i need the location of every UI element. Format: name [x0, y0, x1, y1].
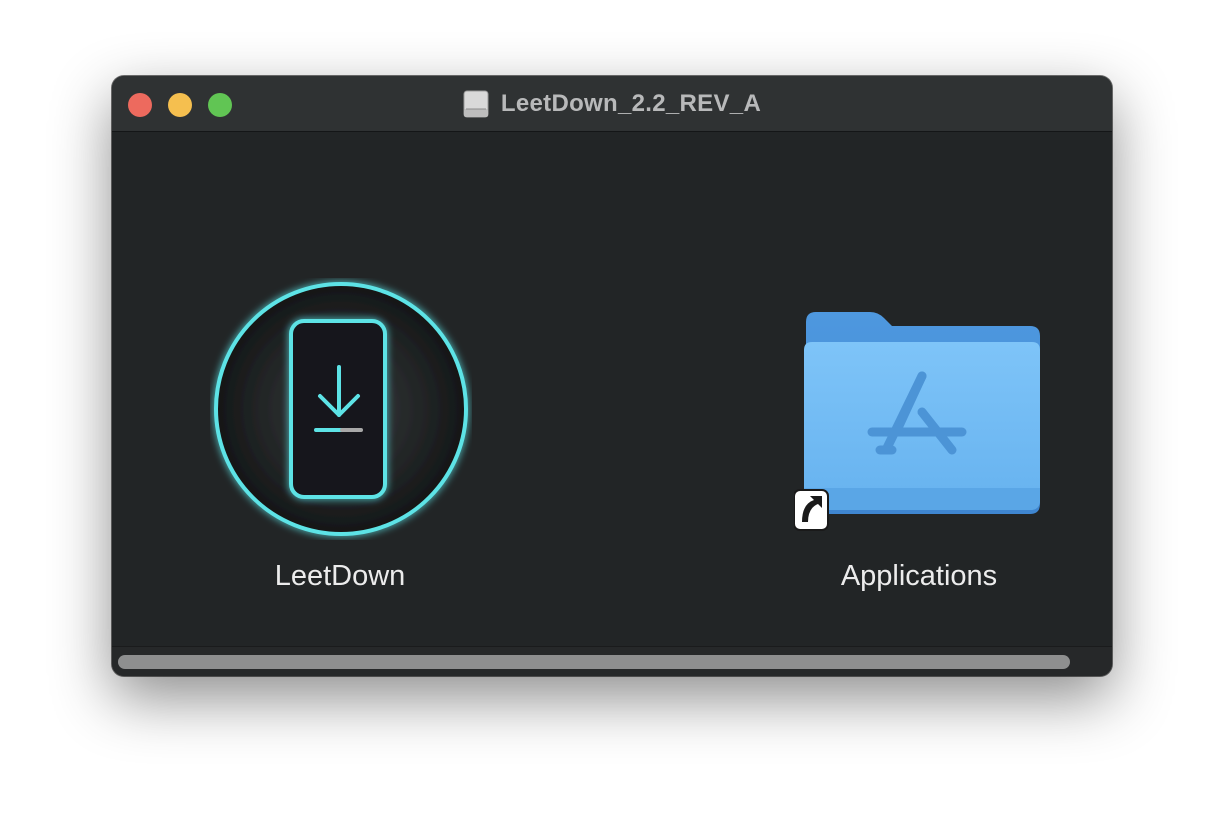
applications-folder-item[interactable]: [793, 308, 1042, 534]
leetdown-app-icon: [214, 282, 468, 536]
window-title-group: LeetDown_2.2_REV_A: [112, 76, 1112, 132]
applications-label: Applications: [840, 560, 998, 592]
leetdown-label: LeetDown: [274, 560, 406, 592]
window-content: LeetDown Applications: [112, 132, 1112, 646]
applications-folder-icon: [793, 312, 1040, 531]
alias-arrow-icon: [793, 489, 829, 531]
window-title: LeetDown_2.2_REV_A: [500, 90, 762, 117]
title-bar[interactable]: LeetDown_2.2_REV_A: [112, 76, 1112, 132]
disk-image-icon: [463, 90, 489, 118]
finder-window: LeetDown_2.2_REV_A LeetDown Applications: [112, 76, 1112, 676]
bottom-bar: [112, 646, 1112, 676]
horizontal-scrollbar[interactable]: [118, 655, 1070, 669]
leetdown-app-item[interactable]: [210, 278, 472, 540]
